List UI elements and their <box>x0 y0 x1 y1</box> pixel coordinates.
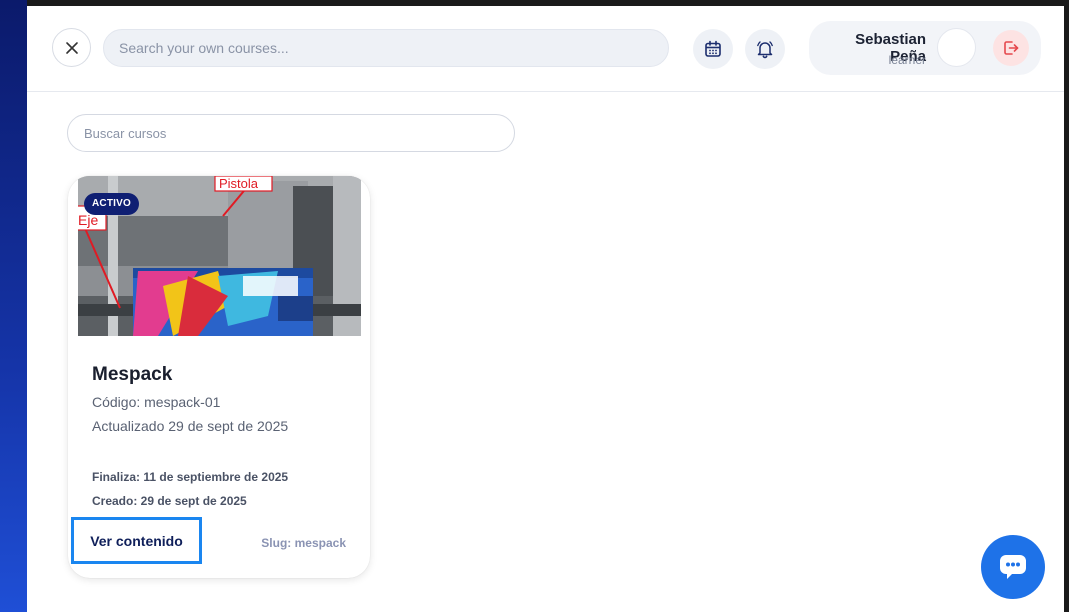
close-button[interactable] <box>52 28 91 67</box>
chat-icon <box>1000 555 1026 579</box>
course-title: Mespack <box>92 364 173 385</box>
course-search-input[interactable] <box>67 114 515 152</box>
user-panel: Sebastian Peña learner <box>809 21 1041 75</box>
close-icon <box>65 41 78 54</box>
app-window: Sebastian Peña learner <box>27 6 1064 612</box>
window-border-right <box>1064 0 1069 612</box>
background-strip <box>0 0 27 612</box>
user-role: learner <box>888 53 926 67</box>
calendar-button[interactable] <box>693 29 733 69</box>
course-code: Código: mespack-01 <box>92 394 221 410</box>
search-input[interactable] <box>103 29 669 67</box>
course-end-date: Finaliza: 11 de septiembre de 2025 <box>92 470 289 484</box>
image-label-top: Pistola <box>219 176 259 191</box>
logout-button[interactable] <box>993 30 1029 66</box>
top-bar: Sebastian Peña learner <box>27 6 1064 92</box>
status-badge: ACTIVO <box>84 193 139 215</box>
course-updated: Actualizado 29 de sept de 2025 <box>92 418 289 434</box>
course-card: Pistola Eje ACTIVO Mespack Código: mespa… <box>68 176 370 578</box>
notifications-button[interactable] <box>745 29 785 69</box>
chat-button[interactable] <box>981 535 1045 599</box>
course-slug: Slug: mespack <box>261 536 346 550</box>
course-created-date: Creado: 29 de sept de 2025 <box>92 494 247 508</box>
bell-icon <box>757 41 773 59</box>
logout-icon <box>1004 41 1019 55</box>
calendar-icon <box>705 40 721 57</box>
view-content-button[interactable]: Ver contenido <box>71 517 202 564</box>
avatar[interactable] <box>937 28 976 67</box>
